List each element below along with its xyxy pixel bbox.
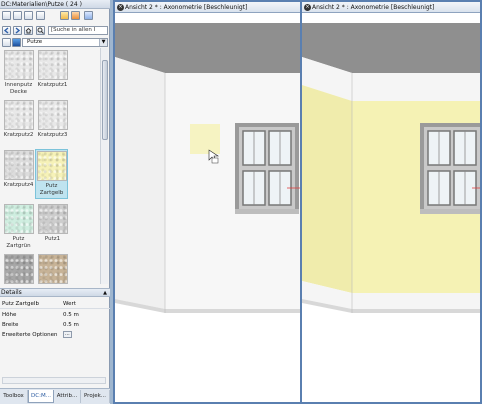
material-label: Kratzputz3 [37, 132, 68, 138]
roof-face [115, 23, 300, 73]
details-key: Erweiterte Optionen [2, 332, 58, 338]
material-label: Kratzputz2 [3, 132, 34, 138]
thumbnail-icon[interactable] [13, 11, 22, 20]
material-swatch [37, 204, 68, 234]
folder-icon[interactable] [12, 38, 21, 47]
back-icon[interactable] [2, 26, 11, 35]
material-label: Kratzputz1 [37, 82, 68, 88]
collapse-icon[interactable]: ▲ [103, 289, 107, 297]
panel-tabs: Toolbox DC:M... Attrib... Projek... [0, 388, 110, 404]
view-window-1[interactable]: × Ansicht 2 * : Axonometrie [Beschleunig… [113, 0, 302, 404]
details-key: Höhe [2, 312, 17, 318]
material-item[interactable]: Kratzputz1 [36, 50, 69, 89]
close-icon[interactable]: × [117, 4, 124, 11]
material-item[interactable]: Kratzputz4 [2, 150, 35, 189]
material-item-selected[interactable]: Putz Zartgelb [35, 149, 68, 199]
details-column-header: Putz Zartgelb Wert [0, 299, 110, 309]
tab-project[interactable]: Projek... [81, 390, 110, 403]
material-label: Putz Zartgrün [6, 236, 31, 249]
forward-icon[interactable] [13, 26, 22, 35]
material-item[interactable]: Putz1 [36, 204, 69, 243]
advanced-options-button[interactable]: ... [63, 331, 72, 338]
details-row[interactable]: Breite 0.5 m [0, 320, 110, 330]
tab-design-center[interactable]: DC:M... [28, 390, 54, 403]
roof-face [302, 23, 480, 73]
details-key: Breite [2, 322, 19, 328]
details-col-value: Wert [63, 301, 76, 307]
search-icon[interactable] [36, 26, 45, 35]
folder-select-value: Putze [27, 39, 43, 45]
folder-select[interactable]: Putze ▼ [22, 38, 108, 47]
side-wall [115, 57, 165, 309]
material-swatch [3, 100, 34, 130]
material-swatch [3, 150, 34, 180]
details-col-name: Putz Zartgelb [2, 301, 39, 307]
view-window-2[interactable]: × Ansicht 2 * : Axonometrie [Beschleunig… [300, 0, 482, 404]
details-title: Details [1, 289, 22, 296]
tree-toggle-icon[interactable] [2, 38, 11, 47]
search-input[interactable]: [Suche in allen I [48, 26, 108, 35]
material-swatch [36, 151, 67, 181]
favorites-icon[interactable] [60, 11, 69, 20]
tab-toolbox[interactable]: Toolbox [0, 390, 28, 403]
close-icon[interactable]: × [304, 4, 311, 11]
grid-icon[interactable] [24, 11, 33, 20]
design-center-panel: DC:Materialien\Putze ( 24 ) [Suche in al… [0, 0, 110, 404]
material-swatch [3, 204, 34, 234]
view-mode-icon[interactable] [2, 11, 11, 20]
material-swatch [3, 50, 34, 80]
material-label: Putz Zartgelb [39, 183, 64, 196]
material-item[interactable] [2, 254, 35, 284]
tab-attributes[interactable]: Attrib... [54, 390, 81, 403]
material-drop-preview [190, 124, 220, 154]
material-label: Kratzputz4 [3, 182, 34, 188]
details-value[interactable]: 0.5 m [63, 310, 79, 320]
viewport-3d[interactable] [302, 13, 480, 402]
material-item[interactable] [36, 254, 69, 284]
side-wall [302, 85, 352, 293]
scrollbar-thumb[interactable] [102, 60, 108, 140]
material-item[interactable]: Kratzputz3 [36, 100, 69, 139]
horizontal-scrollbar[interactable] [2, 377, 106, 384]
material-swatch [37, 100, 68, 130]
details-value[interactable]: 0.5 m [63, 320, 79, 330]
chevron-down-icon: ▼ [99, 39, 107, 46]
list-icon[interactable] [36, 11, 45, 20]
vertical-scrollbar[interactable] [100, 48, 108, 284]
material-label: Innenputz Decke [4, 82, 33, 95]
view-title: Ansicht 2 * : Axonometrie [Beschleunigt] [312, 4, 435, 11]
view-title-bar: × Ansicht 2 * : Axonometrie [Beschleunig… [302, 2, 480, 13]
palette-icon[interactable] [84, 11, 93, 20]
material-item[interactable]: Innenputz Decke [2, 50, 35, 96]
material-swatch [3, 254, 34, 284]
material-item[interactable]: Putz Zartgrün [2, 204, 35, 250]
material-swatch [37, 254, 68, 284]
details-row[interactable]: Erweiterte Optionen ... [0, 330, 110, 340]
material-label: Putz1 [44, 236, 61, 242]
material-item[interactable]: Kratzputz2 [2, 100, 35, 139]
home-icon[interactable] [24, 26, 33, 35]
material-swatch [37, 50, 68, 80]
material-edit-icon[interactable] [71, 11, 80, 20]
panel-title: DC:Materialien\Putze ( 24 ) [0, 0, 110, 9]
details-header[interactable]: Details ▲ [0, 288, 110, 297]
view-title-bar: × Ansicht 2 * : Axonometrie [Beschleunig… [115, 2, 300, 13]
viewport-3d[interactable] [115, 13, 300, 402]
details-row[interactable]: Höhe 0.5 m [0, 310, 110, 320]
view-title: Ansicht 2 * : Axonometrie [Beschleunigt] [125, 4, 248, 11]
